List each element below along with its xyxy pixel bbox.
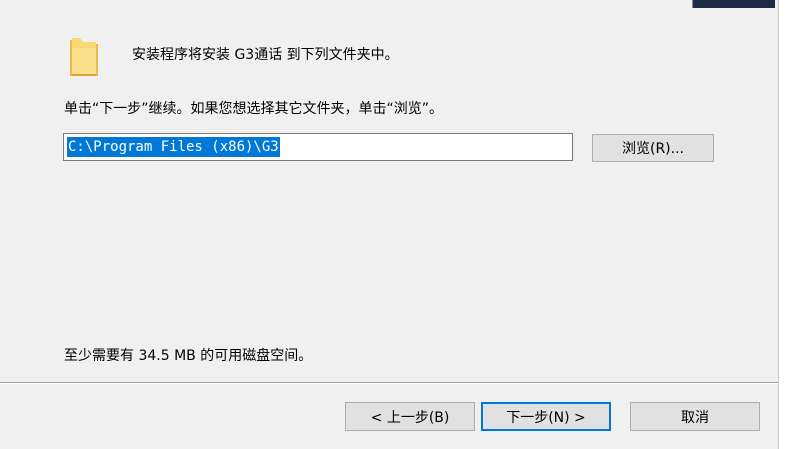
destination-folder-value: C:\Program Files (x86)\G3 [67, 137, 280, 157]
browse-button[interactable]: 浏览(R)... [592, 134, 714, 162]
instruction-text: 单击“下一步”继续。如果您想选择其它文件夹，单击“浏览”。 [64, 101, 444, 117]
destination-folder-input[interactable]: C:\Program Files (x86)\G3 [63, 133, 573, 161]
disk-space-requirement: 至少需要有 34.5 MB 的可用磁盘空间。 [64, 348, 313, 364]
footer-divider [0, 382, 778, 384]
desktop-background [779, 0, 801, 449]
cancel-button[interactable]: 取消 [630, 402, 760, 431]
back-button[interactable]: < 上一步(B) [345, 402, 475, 431]
folder-icon [70, 38, 98, 76]
header-banner-edge [692, 0, 775, 8]
installer-window: 安装程序将安装 G3通话 到下列文件夹中。 单击“下一步”继续。如果您想选择其它… [0, 0, 779, 449]
intro-text: 安装程序将安装 G3通话 到下列文件夹中。 [132, 47, 399, 63]
next-button[interactable]: 下一步(N) > [481, 402, 611, 431]
